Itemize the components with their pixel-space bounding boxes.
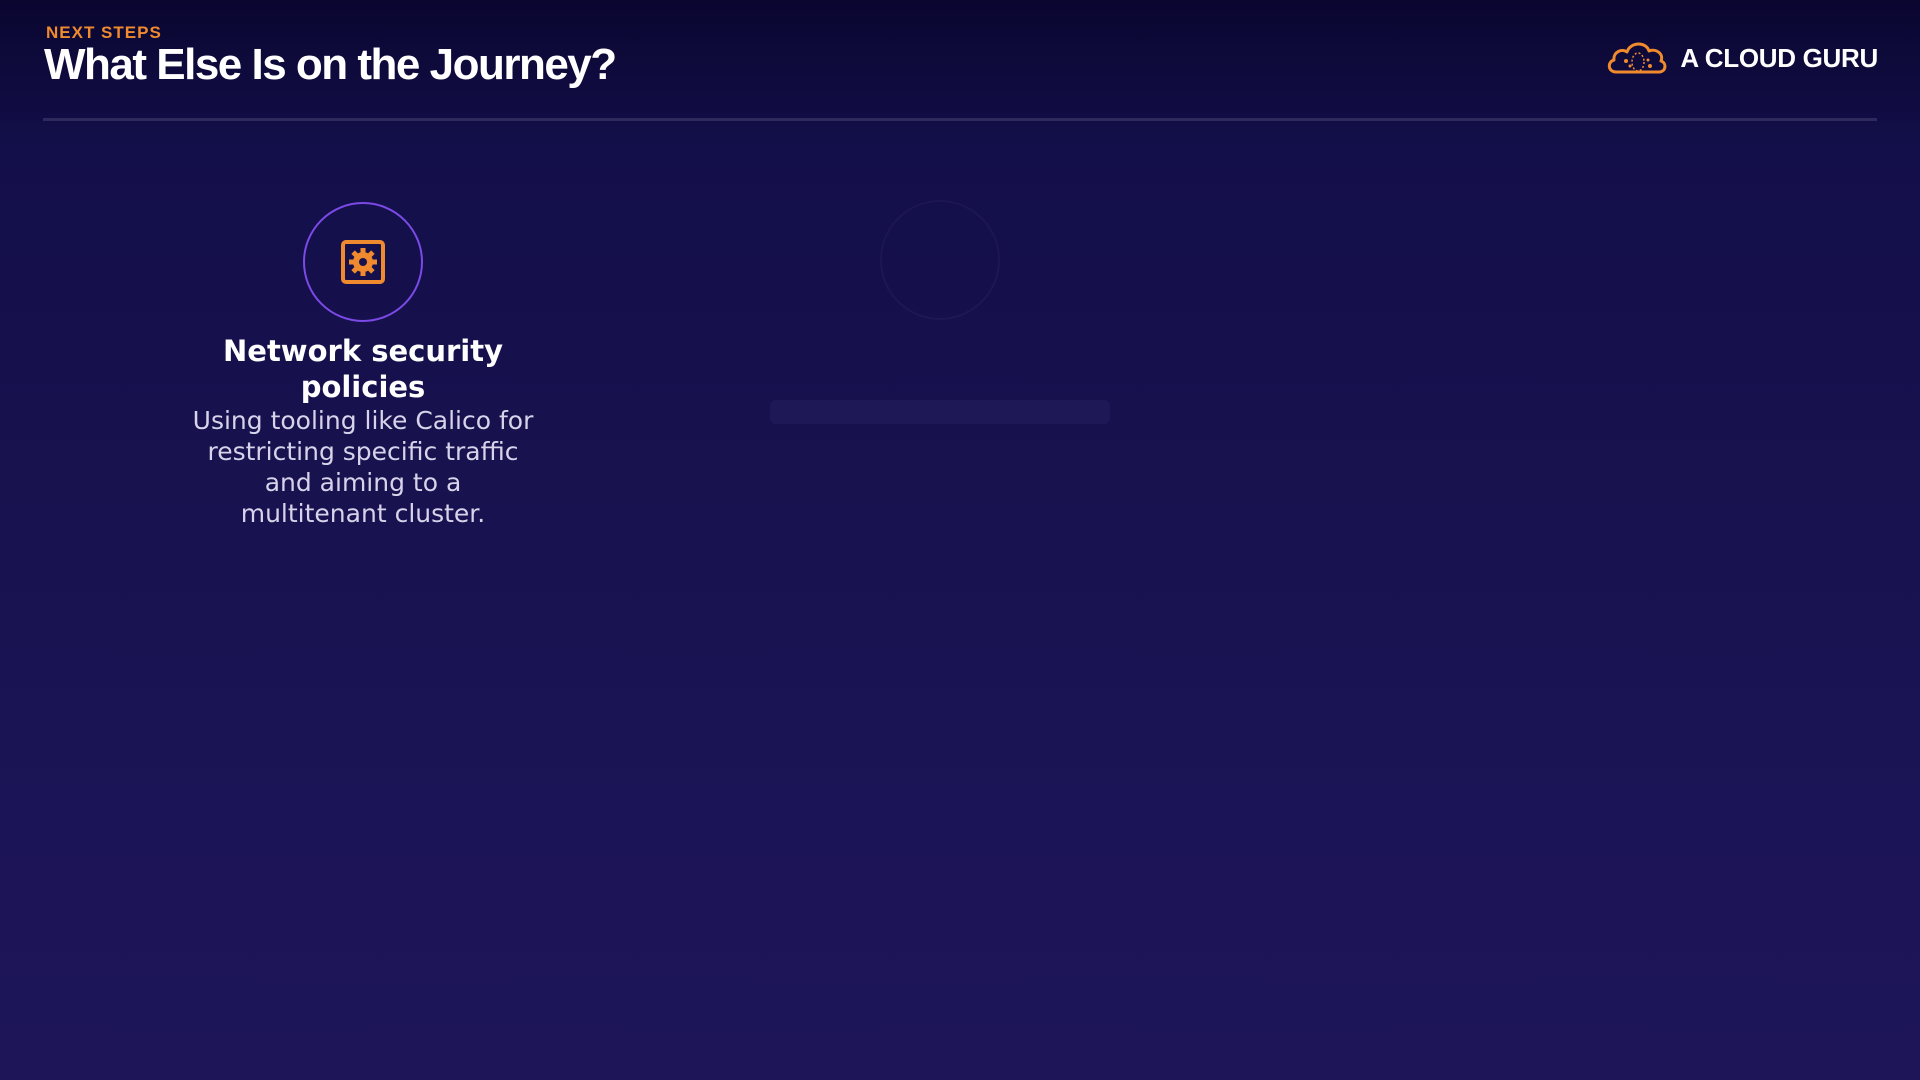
cloud-logo-icon [1608,42,1667,74]
brand-logo: A CLOUD GURU [1604,36,1878,80]
ghost-text-placeholder [770,400,1110,424]
step-card-network-security: Network security policies Using tooling … [183,202,543,529]
header-divider [43,118,1877,121]
slide-title: What Else Is on the Journey? [44,40,617,89]
card-title: Network security policies [223,334,503,404]
icon-ring [303,202,423,322]
ghost-card-placeholder [760,200,1120,460]
brand-name: A CLOUD GURU [1680,42,1878,73]
ghost-icon-ring [880,200,1000,320]
gear-in-square-icon [341,240,385,284]
card-description: Using tooling like Calico for restrictin… [192,406,534,528]
